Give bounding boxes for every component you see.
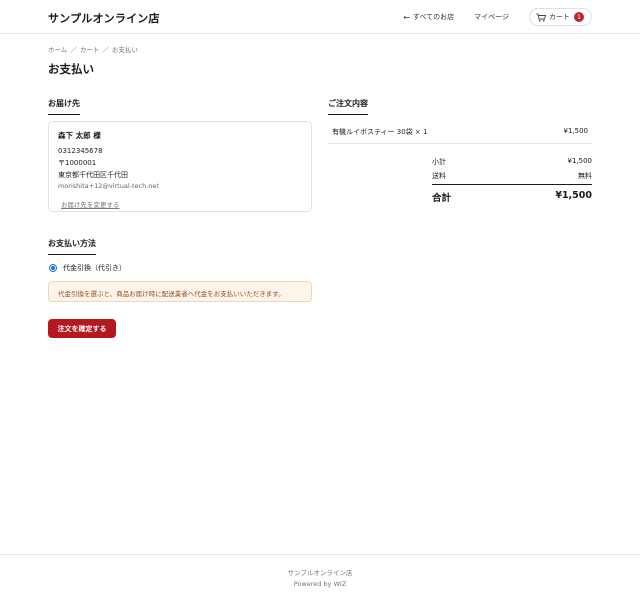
recipient-postal: 〒1000001: [58, 159, 97, 167]
page-title: お支払い: [48, 62, 94, 76]
cod-radio[interactable]: [49, 264, 57, 272]
cart-count-badge: 1: [574, 12, 584, 22]
cod-label[interactable]: 代金引換（代引き）: [63, 263, 126, 273]
footer-powered-by: Powered by WIZ: [293, 580, 347, 588]
recipient-email: morishita+12@virtual-tech.net: [58, 182, 159, 190]
breadcrumb-cart[interactable]: カート: [80, 44, 100, 54]
cart-icon: [536, 13, 546, 21]
total-label: 合計: [432, 193, 452, 204]
order-item-row: 有機ルイボスティー 30袋 × 1 ¥1,500: [328, 124, 592, 144]
shipping-address-card: 森下 太郎 様 0312345678 〒1000001 東京都千代田区千代田 m…: [48, 121, 312, 212]
payment-option-cod[interactable]: 代金引換（代引き）: [49, 263, 126, 273]
total-value: ¥1,500: [555, 190, 592, 201]
recipient-address: 東京都千代田区千代田: [58, 171, 128, 179]
order-item-name: 有機ルイボスティー 30袋 × 1: [332, 128, 428, 136]
recipient-phone: 0312345678: [58, 147, 103, 155]
all-shops-link[interactable]: ← すべてのお店: [403, 12, 454, 22]
shipping-heading: お届け先: [48, 98, 80, 115]
shipping-fee-label: 送料: [432, 172, 446, 180]
all-shops-label: すべてのお店: [412, 13, 455, 21]
breadcrumb-home[interactable]: ホーム: [48, 44, 67, 54]
order-item-price: ¥1,500: [563, 127, 589, 135]
summary-divider: [432, 184, 592, 185]
breadcrumb-current: お支払い: [111, 46, 138, 54]
order-heading: ご注文内容: [328, 98, 368, 115]
brand-logo[interactable]: サンプルオンライン店: [48, 10, 160, 26]
payment-heading: お支払い方法: [48, 238, 96, 255]
breadcrumb: ホーム ／ カート ／ お支払い: [48, 44, 138, 54]
radio-selected-dot: [51, 266, 55, 270]
breadcrumb-separator: ／: [102, 46, 109, 54]
recipient-name: 森下 太郎 様: [58, 131, 101, 140]
confirm-order-button[interactable]: 注文を確定する: [48, 319, 116, 338]
subtotal-value: ¥1,500: [567, 157, 593, 165]
header-nav: ← すべてのお店 マイページ カート 1: [403, 8, 592, 26]
site-header: サンプルオンライン店 ← すべてのお店 マイページ カート 1: [0, 0, 640, 34]
site-footer: サンプルオンライン店 Powered by WIZ: [0, 554, 640, 600]
cod-notice: 代金引換を選ぶと、商品お届け時に配送業者へ代金をお支払いいただきます。: [48, 281, 312, 302]
arrow-left-icon: ←: [403, 12, 410, 22]
subtotal-label: 小計: [432, 158, 446, 166]
mypage-link[interactable]: マイページ: [474, 12, 509, 22]
footer-shop-name: サンプルオンライン店: [287, 569, 353, 577]
shipping-fee-value: 無料: [578, 172, 592, 180]
cart-label: カート: [549, 13, 570, 21]
breadcrumb-separator: ／: [70, 46, 77, 54]
change-address-link[interactable]: お届け先を変更する: [61, 199, 120, 209]
cart-button[interactable]: カート 1: [529, 8, 592, 26]
